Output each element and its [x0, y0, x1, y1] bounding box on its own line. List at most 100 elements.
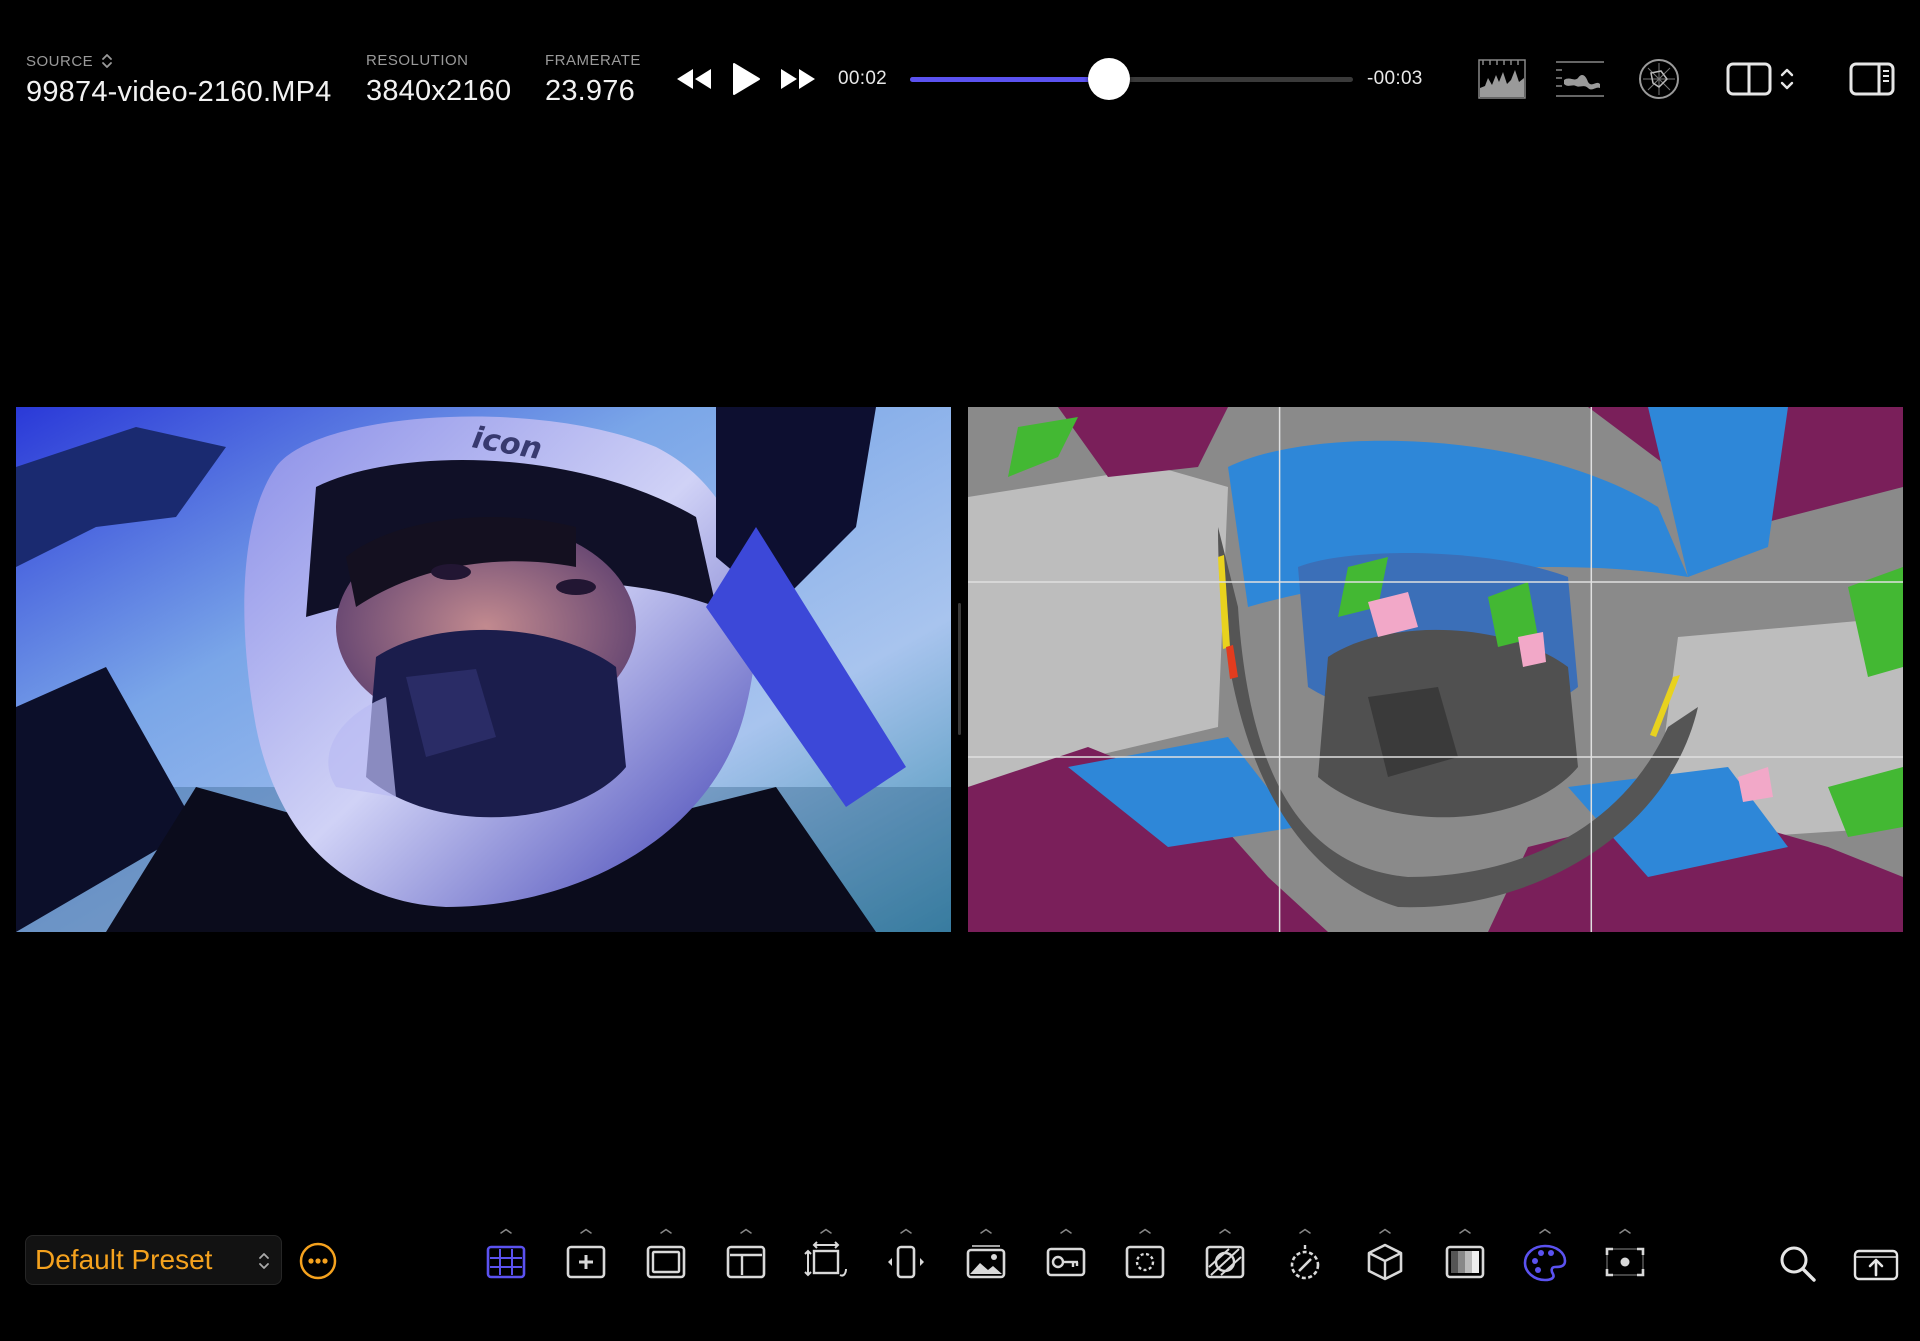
source-filename: 99874-video-2160.MP4 [26, 76, 332, 108]
waveform-icon [1556, 61, 1604, 97]
sidebar-toggle-button[interactable] [1848, 56, 1896, 102]
framerate-info: FRAMERATE 23.976 [545, 52, 641, 108]
histogram-icon [1478, 59, 1526, 99]
transform-tool-button[interactable] [798, 1228, 854, 1292]
chevron-up-icon[interactable] [499, 1228, 513, 1234]
frame-guide-icon-wrap [722, 1238, 770, 1286]
gradient-icon [1445, 1245, 1485, 1279]
key-icon-wrap [1042, 1238, 1090, 1286]
grid-overlay-icon [486, 1245, 526, 1279]
zebra-tool-button[interactable] [1197, 1228, 1253, 1292]
preset-more-button[interactable] [299, 1242, 337, 1280]
spot-meter-icon-wrap [1601, 1238, 1649, 1286]
anamorphic-icon-wrap [882, 1238, 930, 1286]
image-overlay-tool-button[interactable] [958, 1228, 1014, 1292]
sidebar-icon [1849, 62, 1895, 96]
crosshair-icon-wrap [562, 1238, 610, 1286]
lut-cube-icon-wrap [1361, 1238, 1409, 1286]
grid-overlay-icon-wrap [482, 1238, 530, 1286]
source-label: SOURCE [26, 52, 94, 70]
spot-meter-icon [1605, 1247, 1645, 1277]
safe-area-icon-wrap [642, 1238, 690, 1286]
zebra-icon-wrap [1201, 1238, 1249, 1286]
focus-peaking-icon [1125, 1245, 1165, 1279]
frame-guide-tool-button[interactable] [718, 1228, 774, 1292]
export-button[interactable] [1852, 1240, 1900, 1286]
playhead-knob[interactable] [1088, 58, 1131, 100]
vectorscope-button[interactable] [1636, 56, 1682, 102]
exposure-icon [1290, 1245, 1320, 1280]
rewind-button[interactable] [672, 62, 716, 96]
original-video-frame: icon [16, 407, 951, 932]
preset-select[interactable]: Default Preset [25, 1235, 282, 1285]
play-button[interactable] [728, 58, 764, 100]
key-icon [1046, 1247, 1086, 1277]
chevron-up-icon[interactable] [1618, 1228, 1632, 1234]
play-icon [733, 63, 760, 95]
current-time: 00:02 [838, 68, 888, 89]
search-button[interactable] [1774, 1240, 1820, 1286]
waveform-button[interactable] [1554, 56, 1606, 102]
false-color-icon-wrap [1521, 1238, 1569, 1286]
timeline-scrubber[interactable] [910, 58, 1353, 100]
false-color-icon [1523, 1244, 1567, 1282]
split-view-button[interactable] [1724, 56, 1800, 102]
timeline-progress [910, 77, 1110, 82]
split-divider-handle[interactable] [958, 603, 961, 735]
resolution-label: RESOLUTION [366, 52, 469, 69]
rewind-icon [677, 69, 711, 89]
chevron-up-icon[interactable] [1138, 1228, 1152, 1234]
source-label-row: SOURCE [26, 52, 331, 70]
app-window: SOURCE 99874-video-2160.MP4 RESOLUTION 3… [0, 0, 1920, 1341]
framerate-label: FRAMERATE [545, 52, 641, 69]
gradient-icon-wrap [1441, 1238, 1489, 1286]
safe-area-icon [646, 1245, 686, 1279]
zebra-icon [1205, 1245, 1245, 1279]
frame-guide-icon [726, 1245, 766, 1279]
spot-meter-tool-button[interactable] [1597, 1228, 1653, 1292]
safe-area-tool-button[interactable] [638, 1228, 694, 1292]
crosshair-icon [566, 1245, 606, 1279]
resolution-info: RESOLUTION 3840x2160 [366, 52, 511, 108]
lut-cube-tool-button[interactable] [1357, 1228, 1413, 1292]
key-tool-button[interactable] [1038, 1228, 1094, 1292]
fast-forward-icon [781, 69, 815, 89]
chevron-up-icon[interactable] [1538, 1228, 1552, 1234]
anamorphic-icon [888, 1245, 924, 1279]
vectorscope-icon [1639, 59, 1679, 99]
chevron-up-icon[interactable] [899, 1228, 913, 1234]
ellipsis-circle-icon [299, 1242, 337, 1280]
chevron-up-icon[interactable] [659, 1228, 673, 1234]
chevron-up-icon[interactable] [979, 1228, 993, 1234]
resolution-value: 3840x2160 [366, 75, 512, 107]
crosshair-tool-button[interactable] [558, 1228, 614, 1292]
split-view-icon [1726, 62, 1794, 96]
focus-peaking-icon-wrap [1121, 1238, 1169, 1286]
search-icon [1780, 1246, 1816, 1282]
grid-overlay-tool-button[interactable] [478, 1228, 534, 1292]
anamorphic-tool-button[interactable] [878, 1228, 934, 1292]
chevron-up-icon[interactable] [819, 1228, 833, 1234]
export-icon [1853, 1249, 1899, 1281]
source-info[interactable]: SOURCE 99874-video-2160.MP4 [26, 52, 331, 109]
chevron-up-icon[interactable] [579, 1228, 593, 1234]
original-viewer[interactable]: icon [16, 407, 951, 932]
chevron-updown-icon[interactable] [101, 52, 113, 70]
exposure-icon-wrap [1281, 1238, 1329, 1286]
chevron-up-icon[interactable] [1059, 1228, 1073, 1234]
false-color-viewer[interactable] [968, 407, 1903, 932]
fast-forward-button[interactable] [776, 62, 820, 96]
image-overlay-icon-wrap [962, 1238, 1010, 1286]
exposure-tool-button[interactable] [1277, 1228, 1333, 1292]
chevron-up-icon[interactable] [1378, 1228, 1392, 1234]
gradient-tool-button[interactable] [1437, 1228, 1493, 1292]
chevron-up-icon[interactable] [1218, 1228, 1232, 1234]
lut-cube-icon [1367, 1243, 1403, 1281]
chevron-up-icon[interactable] [1298, 1228, 1312, 1234]
chevron-up-icon[interactable] [1458, 1228, 1472, 1234]
focus-peaking-tool-button[interactable] [1117, 1228, 1173, 1292]
chevron-up-icon[interactable] [739, 1228, 753, 1234]
transform-icon-wrap [802, 1238, 850, 1286]
histogram-button[interactable] [1476, 56, 1528, 102]
false-color-tool-button[interactable] [1517, 1228, 1573, 1292]
